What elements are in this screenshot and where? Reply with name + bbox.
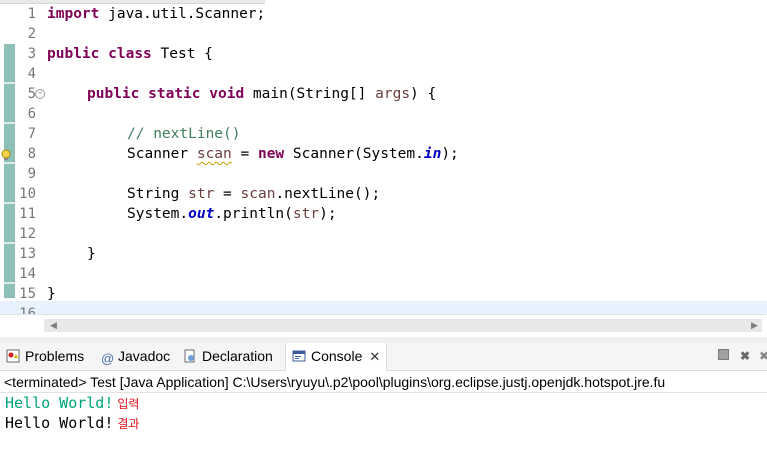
remove-all-terminated-icon[interactable]: ✖ [757,349,767,363]
tab-label: Problems [25,348,85,364]
variable: str [188,186,215,202]
line-number: 14 [19,266,36,282]
line-number: 2 [27,26,36,42]
line-number: 9 [27,166,36,182]
annotation-label: 입력 [117,397,140,411]
code-line-1: import java.util.Scanner; [47,4,265,24]
console-result-text: Hello World! [5,414,114,432]
code-line-3: public class Test { [47,44,213,64]
code-token: .nextLine(); [275,186,381,202]
code-token: ) { [410,86,437,102]
line-number: 11 [19,206,36,222]
variable: scan [240,186,276,202]
keyword: void [209,86,245,102]
tab-declaration[interactable]: Declaration [183,343,273,370]
code-token: Scanner(System. [284,146,424,162]
tab-label: Javadoc [118,348,171,364]
line-number: 16 [19,306,36,314]
static-field: in [423,146,442,162]
code-token: main(String[] [244,86,376,102]
console-output-line[interactable]: Hello World! 입력 [5,393,139,413]
code-token: String [127,186,189,202]
code-token: = [231,146,258,162]
tab-label: Declaration [202,348,273,364]
scroll-left-icon[interactable]: ◀ [47,319,60,332]
keyword: class [108,46,152,62]
line-number: 4 [27,66,36,82]
scrollbar-track[interactable] [44,319,762,332]
line-number: 12 [19,226,36,242]
code-token: .println( [214,206,293,222]
line-number: 8 [27,146,36,162]
code-token: = [214,186,241,202]
code-line-8: Scanner scan = new Scanner(System.in); [127,144,459,164]
line-number: 15 [19,286,36,302]
code-token: Test { [151,46,213,62]
tab-problems[interactable]: Problems [6,343,84,370]
keyword: public [87,86,140,102]
javadoc-icon: @ [101,351,115,366]
line-number: 6 [27,106,36,122]
console-icon [292,345,306,362]
code-line-11: System.out.println(str); [127,204,337,224]
tab-javadoc[interactable]: @ Javadoc [101,343,170,370]
code-line-15: } [47,286,56,302]
console-output-line[interactable]: Hello World! 결과 [5,413,139,433]
code-token: Scanner [127,146,197,162]
code-token: ); [319,206,337,222]
line-number: 13 [19,246,36,262]
variable-with-warning[interactable]: scan [197,146,232,162]
console-status-line: <terminated> Test [Java Application] C:\… [0,371,767,393]
keyword: new [257,146,285,162]
code-token: System. [127,206,189,222]
declaration-icon [183,345,197,363]
code-editor[interactable]: 1 2 3 4 5 − 6 7 8 9 10 11 12 13 14 15 16… [0,0,767,314]
variable: str [292,206,320,222]
tab-console[interactable]: Console ✕ [285,343,388,371]
line-number: 5 [27,86,36,102]
static-field: out [188,206,215,222]
code-line-7-comment: // nextLine() [127,126,241,142]
current-line-highlight [0,301,767,314]
line-number: 7 [27,126,36,142]
line-number: 1 [27,6,36,22]
views-panel: Problems @ Javadoc Declaration Console ✕ ✖… [0,343,767,460]
annotation-label: 결과 [117,417,140,431]
keyword: public [47,46,100,62]
code-line-5: public static void main(String[] args) { [87,84,436,104]
keyword: static [148,86,201,102]
fold-collapse-icon[interactable]: − [35,89,45,99]
code-line-13: } [87,246,96,262]
tab-label: Console [311,348,363,364]
problems-icon [6,345,20,363]
line-number: 10 [19,186,36,202]
console-input-text: Hello World! [5,394,114,412]
variable: args [375,86,411,102]
code-line-10: String str = scan.nextLine(); [127,184,380,204]
scroll-right-icon[interactable]: ▶ [748,319,761,332]
code-token: ); [441,146,459,162]
keyword: import [47,6,100,22]
close-icon[interactable]: ✕ [369,343,380,370]
line-number: 3 [27,46,36,62]
terminate-icon[interactable] [716,349,730,363]
remove-launch-icon[interactable]: ✖ [738,349,752,363]
code-token: java.util.Scanner; [99,6,266,22]
horizontal-scrollbar[interactable]: ◀ ▶ [0,314,767,337]
views-tab-bar: Problems @ Javadoc Declaration Console ✕ ✖… [0,343,767,371]
